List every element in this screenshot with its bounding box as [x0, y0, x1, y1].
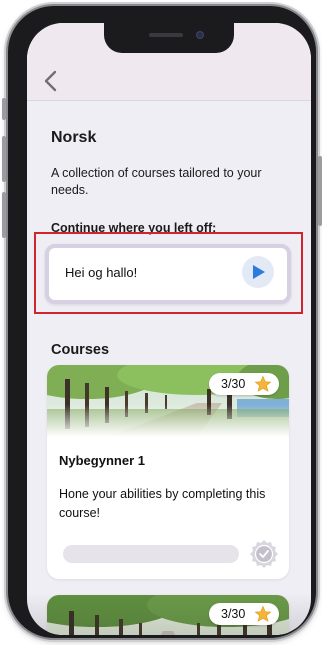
volume-up-button [2, 136, 6, 182]
progress-count: 3/30 [221, 377, 246, 391]
progress-count: 3/30 [221, 607, 246, 621]
notch [104, 23, 234, 53]
course-description: Hone your abilities by completing this c… [59, 487, 266, 520]
app-screen: Norsk A collection of courses tailored t… [27, 23, 311, 635]
front-camera [196, 31, 204, 39]
page-subtitle: A collection of courses tailored to your… [51, 166, 262, 197]
course-card[interactable]: 3/30 Nybegynner 1 Hone your abilities by… [47, 365, 289, 579]
volume-down-button [2, 192, 6, 238]
course-card[interactable]: 3/30 [47, 595, 289, 635]
chevron-left-icon [44, 70, 57, 92]
check-medal-icon[interactable] [249, 539, 279, 569]
play-icon [253, 265, 265, 279]
star-icon [254, 605, 272, 622]
play-button[interactable] [242, 256, 274, 288]
courses-heading: Courses [51, 342, 110, 358]
resume-lesson-title: Hei og hallo! [65, 265, 138, 280]
power-button [318, 156, 322, 226]
mute-switch [2, 98, 6, 120]
course-progress-bar [63, 545, 239, 563]
continue-label: Continue where you left off: [51, 221, 217, 235]
speaker [149, 33, 183, 37]
progress-badge: 3/30 [209, 603, 279, 625]
course-title: Nybegynner 1 [59, 453, 145, 468]
resume-lesson-card[interactable]: Hei og hallo! [45, 244, 291, 304]
star-icon [254, 375, 272, 392]
back-button[interactable] [41, 69, 63, 93]
progress-badge: 3/30 [209, 373, 279, 395]
phone-frame: Norsk A collection of courses tailored t… [2, 6, 322, 638]
page-title: Norsk [51, 129, 97, 146]
